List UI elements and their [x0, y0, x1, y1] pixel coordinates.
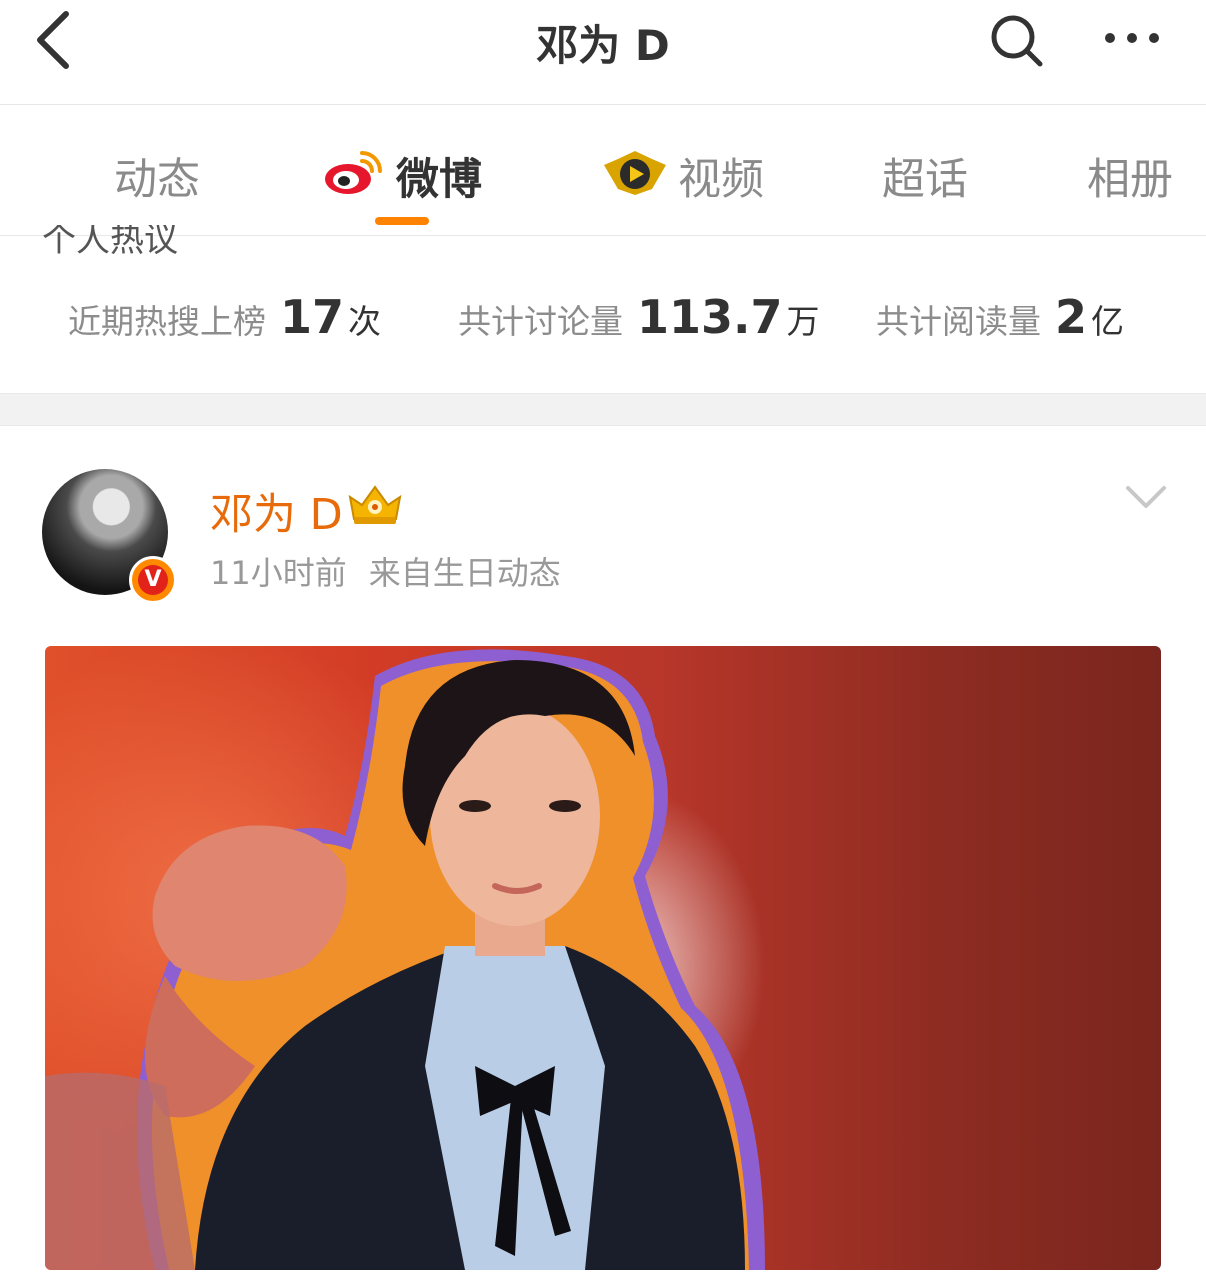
tab-super-topic[interactable]: 超话: [882, 145, 968, 207]
weibo-logo-icon: [325, 151, 382, 194]
crown-member-icon[interactable]: [346, 483, 404, 527]
stat-value: 17: [280, 290, 345, 344]
tab-dynamics[interactable]: 动态: [114, 145, 200, 207]
stat-unit: 万: [786, 302, 820, 341]
search-icon[interactable]: [988, 12, 1046, 70]
post-image[interactable]: [45, 646, 1161, 1270]
more-dots-icon[interactable]: [1100, 20, 1164, 60]
tab-album[interactable]: 相册: [1087, 145, 1173, 207]
stats-row: 近期热搜上榜 17 次 共计讨论量 113.7 万 共计阅读量 2 亿: [0, 290, 1206, 360]
verified-badge: V: [129, 556, 177, 604]
stat-discussions: 共计讨论量 113.7 万: [458, 290, 820, 344]
profile-tabs: 动态 微博 视频 超话 相册: [0, 105, 1206, 236]
stat-unit: 次: [348, 302, 382, 341]
section-divider: [0, 393, 1206, 426]
stat-label: 共计讨论量: [458, 302, 623, 341]
stat-value: 113.7: [637, 290, 783, 344]
stat-unit: 亿: [1091, 302, 1125, 341]
section-title: 个人热议: [42, 225, 178, 259]
active-tab-indicator: [375, 217, 429, 225]
stat-label: 近期热搜上榜: [68, 302, 266, 341]
post-meta: 11小时前 来自生日动态: [210, 548, 561, 594]
top-nav-bar: 邓为 D: [0, 0, 1206, 105]
video-play-badge-icon: [604, 151, 666, 195]
post-source[interactable]: 来自生日动态: [369, 554, 561, 592]
post-author-name[interactable]: 邓为 D: [210, 480, 343, 542]
stat-label: 共计阅读量: [876, 302, 1041, 341]
tab-weibo[interactable]: 微博: [396, 145, 482, 207]
stat-hot-search: 近期热搜上榜 17 次: [68, 290, 381, 344]
stat-reads: 共计阅读量 2 亿: [876, 290, 1124, 344]
post-image-illustration: [45, 649, 765, 1270]
tab-video[interactable]: 视频: [678, 145, 764, 207]
post-time: 11小时前: [210, 554, 347, 592]
chevron-down-icon[interactable]: [1124, 480, 1168, 514]
stat-value: 2: [1055, 290, 1088, 344]
